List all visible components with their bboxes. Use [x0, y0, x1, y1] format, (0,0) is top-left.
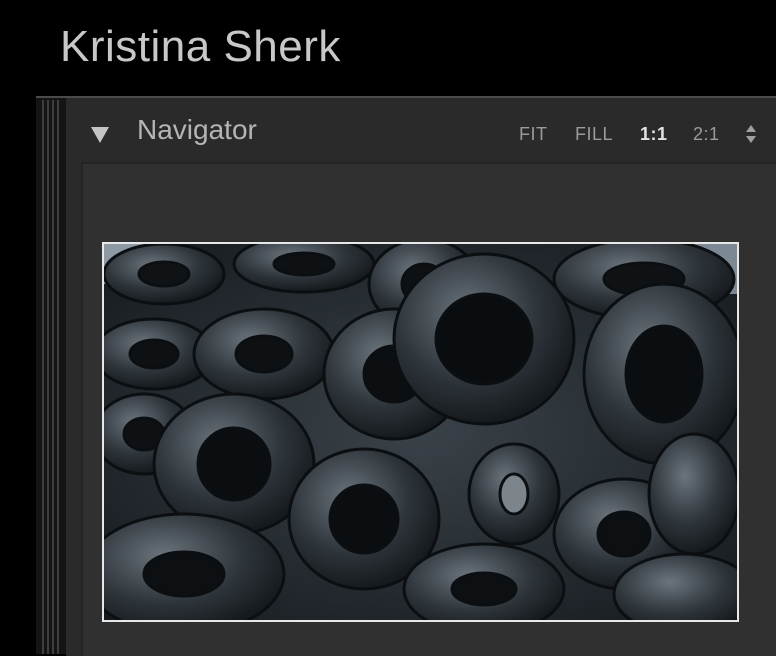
panel-edge-line: [57, 100, 59, 654]
panel-edge[interactable]: [36, 96, 66, 654]
zoom-fit-button[interactable]: FIT: [519, 124, 548, 145]
triangle-down-icon[interactable]: [89, 124, 111, 146]
navigator-preview-photo[interactable]: [102, 242, 739, 622]
navigator-title[interactable]: Navigator: [137, 114, 257, 146]
zoom-1-1-button[interactable]: 1:1: [640, 124, 668, 145]
zoom-2-1-button[interactable]: 2:1: [693, 124, 720, 145]
up-down-arrows-icon[interactable]: [744, 121, 758, 147]
zoom-fill-button[interactable]: FILL: [575, 124, 613, 145]
panel-edge-line: [52, 100, 54, 654]
panel-edge-line: [42, 100, 44, 654]
tires-photo-illustration: [104, 244, 737, 620]
identity-plate[interactable]: Kristina Sherk: [60, 22, 341, 72]
panel-edge-line: [47, 100, 49, 654]
